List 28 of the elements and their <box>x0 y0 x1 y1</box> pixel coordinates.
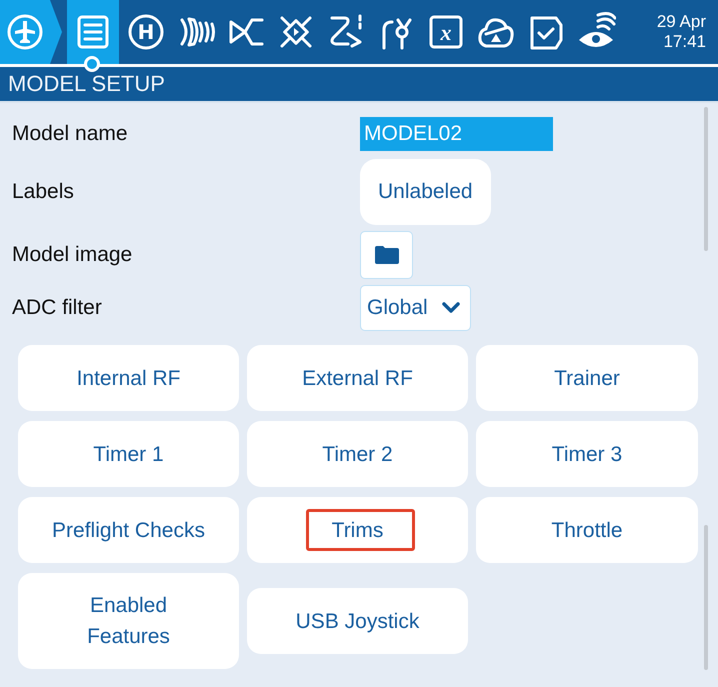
setup-button[interactable]: Preflight Checks <box>18 497 239 563</box>
page-title: MODEL SETUP <box>8 71 165 97</box>
folder-icon <box>374 246 398 264</box>
toolbar-tab[interactable]: x <box>421 0 471 64</box>
chevron-down-icon <box>442 302 460 314</box>
setup-button[interactable]: Throttle <box>476 497 698 563</box>
setup-button[interactable]: Timer 1 <box>18 421 239 487</box>
setup-button[interactable]: Timer 3 <box>476 421 698 487</box>
field-label: Model name <box>12 122 128 146</box>
setup-button[interactable]: Trims <box>247 497 468 563</box>
folder-button[interactable] <box>360 231 413 279</box>
date-text: 29 Apr <box>656 12 706 32</box>
field-label: ADC filter <box>12 296 102 320</box>
setup-button[interactable]: Enabled Features <box>18 573 239 669</box>
toolbar-tab[interactable]: H <box>121 0 171 64</box>
setup-button[interactable]: Trainer <box>476 345 698 411</box>
setup-button[interactable]: Timer 2 <box>247 421 468 487</box>
setup-button[interactable]: Internal RF <box>18 345 239 411</box>
time-text: 17:41 <box>663 32 706 52</box>
plane-icon <box>5 12 45 52</box>
model-section-tab[interactable] <box>0 0 62 64</box>
field-label: Labels <box>12 180 74 204</box>
field-label: Model image <box>12 243 132 267</box>
setup-button[interactable]: External RF <box>247 345 468 411</box>
labels-button[interactable]: Unlabeled <box>360 159 491 225</box>
heli-icon: H <box>126 12 166 52</box>
setup-button[interactable]: USB Joystick <box>247 588 468 654</box>
adc-filter-dropdown[interactable]: Global <box>360 285 471 331</box>
